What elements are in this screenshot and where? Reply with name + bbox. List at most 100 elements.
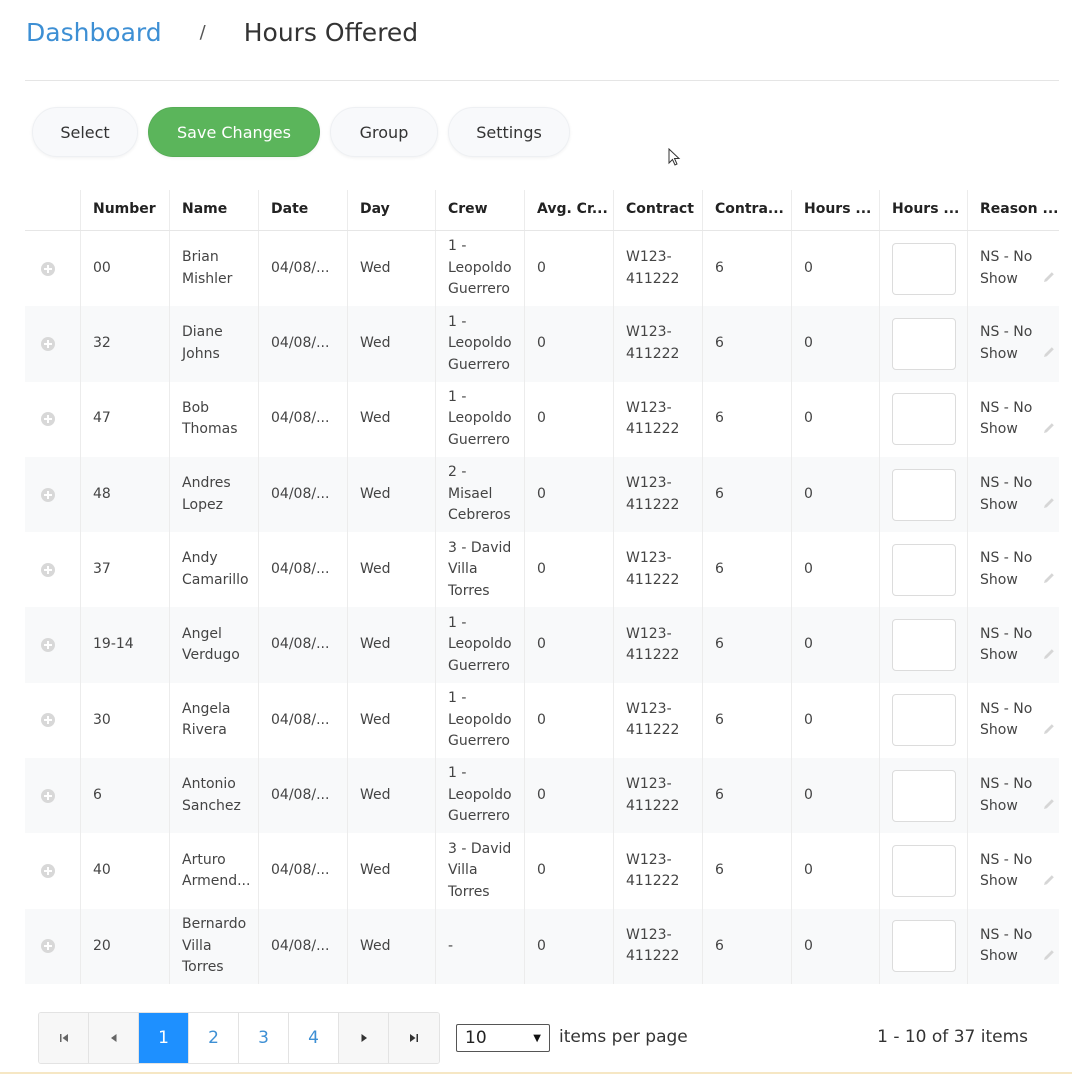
cell-hours-offered [880,231,968,307]
pencil-icon[interactable] [1042,948,1056,962]
cell-crew: - [436,908,525,984]
last-page-button[interactable] [389,1013,439,1063]
cell-day: Wed [348,456,436,533]
save-changes-button[interactable]: Save Changes [148,107,320,157]
expand-plus-icon[interactable] [40,788,55,803]
hours-offered-input[interactable] [892,845,956,898]
cell-hours: 0 [792,758,880,834]
cell-name: Brian Mishler [170,231,259,307]
cell-reason[interactable]: NS - No Show [968,683,1059,758]
reason-wrap: NS - No Show [980,247,1056,290]
header-number[interactable]: Number [81,190,170,230]
expand-plus-icon[interactable] [40,939,55,954]
cell-contract: W123-411222 [614,381,703,457]
hours-offered-input[interactable] [892,769,956,822]
expand-plus-icon[interactable] [40,638,55,653]
expand-plus-icon[interactable] [40,487,55,502]
cell-reason[interactable]: NS - No Show [968,382,1059,457]
reason-wrap: NS - No Show [980,624,1056,667]
expand-plus-icon[interactable] [40,336,55,351]
hours-offered-input[interactable] [892,242,956,295]
group-button[interactable]: Group [330,107,438,157]
cell-crew: 1 - Leopoldo Guerrero [436,758,525,834]
cell-reason[interactable]: NS - No Show [968,758,1059,833]
cell-avg-crew: 0 [525,381,614,457]
cell-hours-offered [880,833,968,909]
cell-date: 04/08/... [259,682,348,759]
items-per-page-select[interactable]: 10 ▼ [456,1024,550,1052]
pencil-icon[interactable] [1042,345,1056,359]
page-button-4[interactable]: 4 [289,1013,339,1063]
cell-avg-crew: 0 [525,532,614,608]
hours-offered-input[interactable] [892,317,956,370]
page-button-3[interactable]: 3 [239,1013,289,1063]
hours-offered-input[interactable] [892,694,956,747]
cell-number: 19-14 [81,607,170,683]
cell-hours-offered [880,758,968,834]
cell-name: Antonio Sanchez [170,758,259,834]
reason-text: NS - No Show [980,324,1033,362]
hours-offered-input[interactable] [892,920,956,973]
cell-hours-offered [880,908,968,984]
cell-number: 48 [81,456,170,533]
cell-contract-hours: 6 [703,306,792,382]
page-button-2[interactable]: 2 [189,1013,239,1063]
header-avg-crew[interactable]: Avg. Cr... [525,190,614,230]
cell-reason[interactable]: NS - No Show [968,306,1059,381]
cell-avg-crew: 0 [525,682,614,759]
cell-reason[interactable]: NS - No Show [968,231,1059,306]
header-day[interactable]: Day [348,190,436,230]
header-contract-hours[interactable]: Contra... [703,190,792,230]
mouse-cursor-icon [668,148,681,166]
expand-plus-icon[interactable] [40,261,55,276]
header-reason[interactable]: Reason ... [968,190,1059,230]
cell-date: 04/08/... [259,758,348,834]
hours-offered-input[interactable] [892,468,956,521]
hours-offered-input[interactable] [892,393,956,446]
header-date[interactable]: Date [259,190,348,230]
first-page-button[interactable] [39,1013,89,1063]
pencil-icon[interactable] [1042,873,1056,887]
cell-day: Wed [348,833,436,909]
pencil-icon[interactable] [1042,571,1056,585]
hours-offered-input[interactable] [892,619,956,672]
pencil-icon[interactable] [1042,722,1056,736]
header-crew[interactable]: Crew [436,190,525,230]
cell-hours: 0 [792,231,880,307]
breadcrumb-dashboard-link[interactable]: Dashboard [26,18,162,47]
prev-page-button[interactable] [89,1013,139,1063]
cell-date: 04/08/... [259,231,348,307]
page-button-1[interactable]: 1 [139,1013,189,1063]
prev-page-icon [110,1034,116,1042]
cell-expand [25,682,81,759]
next-page-button[interactable] [339,1013,389,1063]
expand-plus-icon[interactable] [40,864,55,879]
settings-button[interactable]: Settings [448,107,570,157]
header-contract[interactable]: Contract [614,190,703,230]
cell-reason[interactable]: NS - No Show [968,532,1059,607]
cell-reason[interactable]: NS - No Show [968,833,1059,908]
header-name[interactable]: Name [170,190,259,230]
pencil-icon[interactable] [1042,270,1056,284]
pencil-icon[interactable] [1042,496,1056,510]
pencil-icon[interactable] [1042,647,1056,661]
header-hours-offered[interactable]: Hours ... [880,190,968,230]
pencil-icon[interactable] [1042,421,1056,435]
expand-plus-icon[interactable] [40,713,55,728]
cell-day: Wed [348,758,436,834]
header-hours[interactable]: Hours ... [792,190,880,230]
cell-reason[interactable]: NS - No Show [968,607,1059,682]
cell-reason[interactable]: NS - No Show [968,457,1059,532]
hours-offered-input[interactable] [892,543,956,596]
cell-reason[interactable]: NS - No Show [968,909,1059,984]
cell-date: 04/08/... [259,908,348,984]
select-button[interactable]: Select [32,107,138,157]
expand-plus-icon[interactable] [40,412,55,427]
cell-contract-hours: 6 [703,758,792,834]
pencil-icon[interactable] [1042,797,1056,811]
reason-wrap: NS - No Show [980,398,1056,441]
cell-date: 04/08/... [259,306,348,382]
expand-plus-icon[interactable] [40,562,55,577]
table-row: 19-14 Angel Verdugo 04/08/... Wed 1 - Leopol… [25,607,1059,683]
cell-number: 32 [81,306,170,382]
